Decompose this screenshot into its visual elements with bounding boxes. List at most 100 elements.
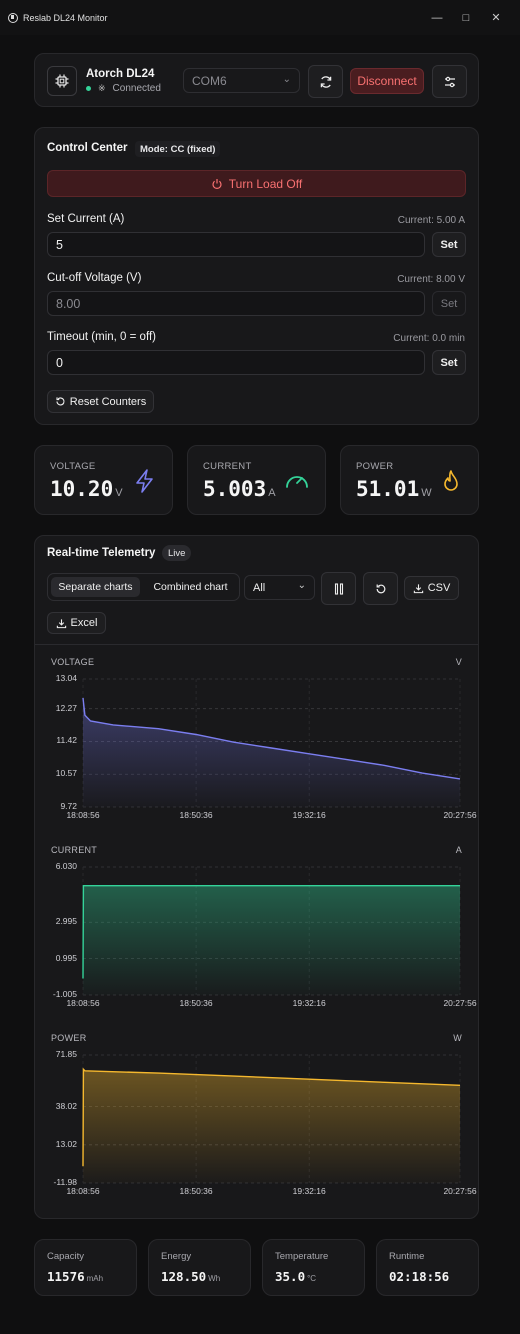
cutoff-voltage-readout: Current: 8.00 V — [397, 274, 465, 285]
x-tick-label: 19:32:16 — [292, 810, 326, 820]
temperature-card: Temperature 35.0 °C — [262, 1239, 365, 1296]
y-tick-label: 10.57 — [55, 768, 77, 779]
export-csv-button[interactable]: CSV — [404, 576, 459, 600]
x-tick-label: 19:32:16 — [292, 998, 326, 1008]
divider — [35, 644, 478, 645]
port-select[interactable]: COM6 ⌄ — [183, 68, 300, 93]
runtime-value: 02:18:56 — [389, 1269, 450, 1284]
series-area — [83, 885, 460, 995]
set-current-label: Set Current (A) — [47, 213, 125, 225]
app-icon — [8, 12, 18, 23]
time-range-select[interactable]: All ⌄ — [244, 575, 315, 600]
device-status: ※ Connected — [86, 83, 161, 94]
bluetooth-icon: ※ — [98, 83, 106, 93]
x-tick-label: 19:32:16 — [292, 1186, 326, 1196]
runtime-label: Runtime — [389, 1251, 425, 1262]
control-title: Control Center — [47, 142, 128, 154]
current-card: CURRENT 5.003 A — [187, 445, 326, 515]
device-header-card: Atorch DL24 ※ Connected COM6 ⌄ Disconnec… — [34, 53, 479, 107]
voltage-card: VOLTAGE 10.20 V — [34, 445, 173, 515]
status-text: Connected — [112, 83, 161, 94]
minimize-button[interactable]: — — [422, 0, 452, 35]
chart-title: CURRENT — [51, 845, 98, 855]
control-center-card: Control Center Mode: CC (fixed) Turn Loa… — [34, 127, 479, 425]
x-tick-label: 20:27:56 — [443, 998, 477, 1008]
x-tick-label: 18:50:36 — [179, 998, 213, 1008]
current-label: CURRENT — [203, 461, 252, 472]
chart-plot — [82, 866, 461, 996]
x-tick-label: 20:27:56 — [443, 810, 477, 820]
tab-combined-chart[interactable]: Combined chart — [144, 577, 237, 597]
temperature-value: 35.0 °C — [275, 1269, 317, 1284]
set-current-input[interactable]: 5 — [47, 232, 425, 257]
power-icon — [212, 178, 222, 189]
set-timeout-button[interactable]: Set — [432, 350, 466, 375]
chevron-down-icon: ⌄ — [297, 580, 306, 591]
energy-value: 128.50 Wh — [161, 1269, 221, 1284]
capacity-value: 11576 mAh — [47, 1269, 104, 1284]
capacity-label: Capacity — [47, 1251, 84, 1262]
current-value: 5.003 A — [203, 477, 276, 501]
timeout-readout: Current: 0.0 min — [393, 333, 465, 344]
temperature-label: Temperature — [275, 1251, 329, 1262]
telemetry-card: Real-time Telemetry Live Separate charts… — [34, 535, 479, 1219]
turn-load-off-button[interactable]: Turn Load Off — [47, 170, 466, 197]
chart-title: VOLTAGE — [51, 657, 95, 667]
lightning-icon — [136, 469, 153, 493]
download-icon — [56, 618, 66, 628]
x-tick-label: 18:50:36 — [179, 1186, 213, 1196]
device-name: Atorch DL24 — [86, 68, 155, 80]
telemetry-title: Real-time Telemetry — [47, 547, 156, 559]
gauge-icon — [286, 476, 308, 488]
cutoff-voltage-label: Cut-off Voltage (V) — [47, 272, 142, 284]
x-tick-label: 18:50:36 — [179, 810, 213, 820]
series-area — [83, 1069, 460, 1183]
x-tick-label: 18:08:56 — [66, 998, 100, 1008]
export-csv-label: CSV — [427, 582, 451, 594]
maximize-button[interactable]: □ — [451, 0, 481, 35]
turn-load-off-label: Turn Load Off — [228, 176, 303, 191]
current-chart: CURRENT A 6.030 2.995 0.995 -1.005 18:08:56 18:… — [35, 839, 478, 1019]
live-badge: Live — [162, 545, 192, 561]
timeout-label: Timeout (min, 0 = off) — [47, 331, 156, 343]
status-dot — [86, 86, 91, 91]
y-tick-label: 12.27 — [55, 702, 77, 713]
y-tick-label: 0.995 — [55, 952, 77, 963]
y-tick-label: 38.02 — [55, 1100, 77, 1111]
set-current-button[interactable]: Set — [432, 232, 466, 257]
flame-icon — [444, 470, 458, 491]
voltage-value: 10.20 V — [50, 477, 123, 501]
voltage-label: VOLTAGE — [50, 461, 96, 472]
y-tick-label: 71.85 — [55, 1049, 77, 1059]
port-value: COM6 — [192, 73, 227, 88]
chart-plot — [82, 678, 461, 808]
energy-card: Energy 128.50 Wh — [148, 1239, 251, 1296]
refresh-icon — [320, 75, 331, 88]
x-tick-label: 20:27:56 — [443, 1186, 477, 1196]
cutoff-voltage-input[interactable]: 8.00 — [47, 291, 425, 316]
refresh-ports-button[interactable] — [308, 65, 343, 98]
disconnect-button[interactable]: Disconnect — [350, 68, 424, 94]
power-chart: POWER W 71.85 38.02 13.02 -11.98 18:08:56 18:50… — [35, 1027, 478, 1207]
title-bar: Reslab DL24 Monitor — □ ✕ — [0, 0, 520, 35]
chart-unit: V — [455, 657, 462, 667]
y-tick-label: 2.995 — [55, 916, 77, 927]
chart-unit: W — [453, 1033, 462, 1043]
chart-plot — [82, 1054, 461, 1184]
pause-button[interactable] — [321, 572, 356, 605]
x-tick-label: 18:08:56 — [66, 1186, 100, 1196]
settings-button[interactable] — [432, 65, 467, 98]
chevron-down-icon: ⌄ — [282, 74, 291, 85]
voltage-chart: VOLTAGE V 13.04 12.27 11.42 10.57 9.72 18:08:56… — [35, 651, 478, 831]
y-tick-label: 6.030 — [55, 861, 77, 871]
capacity-card: Capacity 11576 mAh — [34, 1239, 137, 1296]
power-value: 51.01 W — [356, 477, 432, 501]
tab-separate-charts[interactable]: Separate charts — [51, 577, 140, 597]
download-icon — [413, 583, 423, 593]
reset-chart-button[interactable] — [363, 572, 398, 605]
timeout-input[interactable]: 0 — [47, 350, 425, 375]
export-excel-button[interactable]: Excel — [47, 612, 106, 634]
close-button[interactable]: ✕ — [481, 0, 511, 35]
reset-counters-button[interactable]: Reset Counters — [47, 390, 154, 413]
set-cutoff-button[interactable]: Set — [432, 291, 466, 316]
